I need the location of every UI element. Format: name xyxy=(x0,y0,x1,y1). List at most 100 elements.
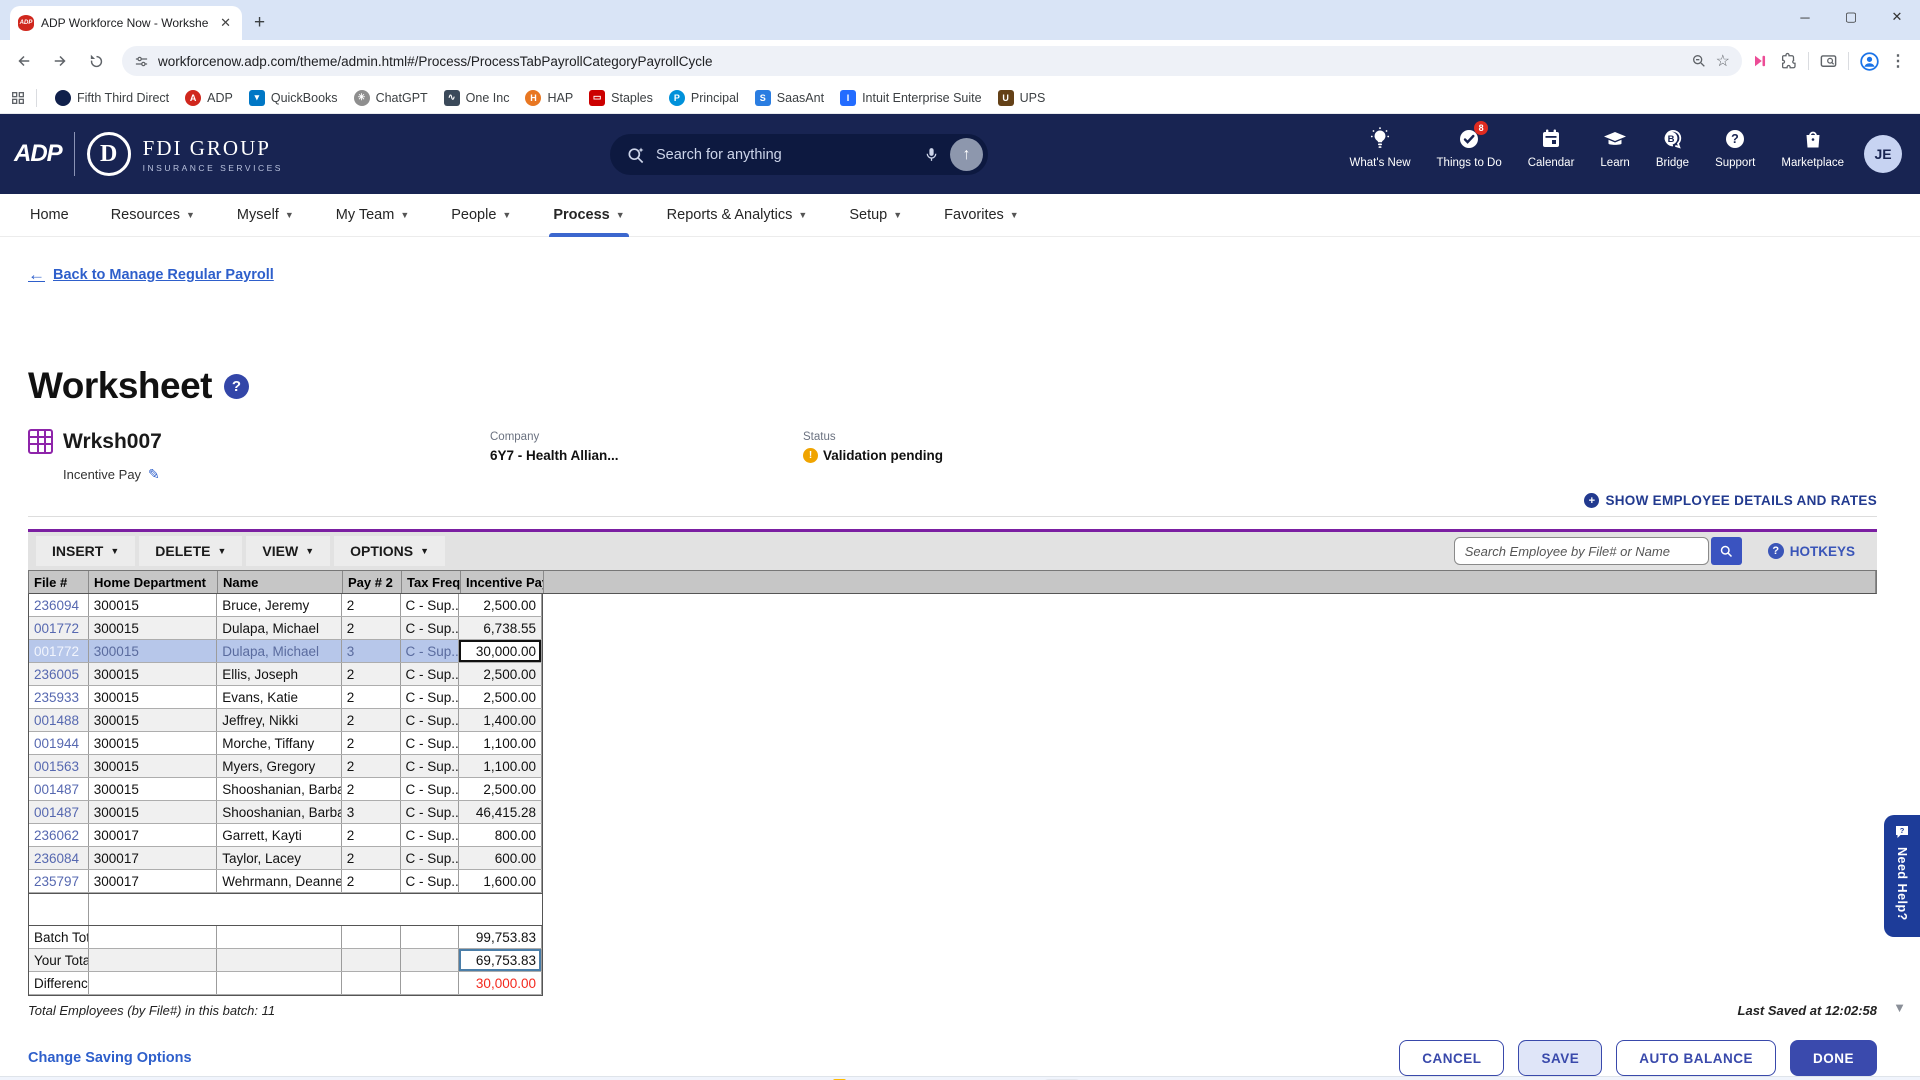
table-row[interactable]: 236062 300017 Garrett, Kayti 2 C - Sup... 800… xyxy=(29,824,542,847)
cell-home-department[interactable]: 300015 xyxy=(89,801,218,823)
quicklink-support[interactable]: ? Support xyxy=(1715,126,1755,169)
quicklink-marketplace[interactable]: Marketplace xyxy=(1781,126,1844,169)
nav-item-resources[interactable]: Resources ▼ xyxy=(101,194,205,237)
cell-name[interactable]: Garrett, Kayti xyxy=(217,824,342,846)
cell-incentive-pay[interactable]: 2,500.00 xyxy=(459,663,542,685)
cell-file-number[interactable]: 236094 xyxy=(29,594,89,616)
avatar[interactable]: JE xyxy=(1864,135,1902,173)
bookmark-item[interactable]: H HAP xyxy=(517,87,581,109)
site-settings-icon[interactable] xyxy=(134,54,149,69)
cell-tax-frequency[interactable]: C - Sup... xyxy=(401,778,460,800)
cell-name[interactable]: Jeffrey, Nikki xyxy=(217,709,342,731)
cell-file-number[interactable]: 001487 xyxy=(29,801,89,823)
nav-item-setup[interactable]: Setup ▼ xyxy=(839,194,912,237)
bookmark-item[interactable]: P Principal xyxy=(661,87,747,109)
bookmark-item[interactable]: ▭ Staples xyxy=(581,87,661,109)
global-search-input[interactable] xyxy=(656,146,913,163)
reload-button[interactable] xyxy=(80,45,112,77)
cell-pay-number[interactable]: 2 xyxy=(342,686,401,708)
cell-file-number[interactable]: 001488 xyxy=(29,709,89,731)
cell-home-department[interactable]: 300015 xyxy=(89,663,218,685)
edit-pencil-icon[interactable]: ✎ xyxy=(148,466,160,483)
browser-tab[interactable]: ADP ADP Workforce Now - Workshe ✕ xyxy=(10,6,242,40)
cell-incentive-pay[interactable]: 1,600.00 xyxy=(459,870,542,892)
window-minimize-button[interactable]: ─ xyxy=(1782,0,1828,34)
cell-name[interactable]: Taylor, Lacey xyxy=(217,847,342,869)
totals-value[interactable]: 69,753.83 xyxy=(459,949,542,971)
quicklink-things-to-do[interactable]: 8 Things to Do xyxy=(1437,121,1502,169)
cell-pay-number[interactable]: 2 xyxy=(342,847,401,869)
cell-name[interactable]: Dulapa, Michael xyxy=(217,640,342,662)
cell-tax-frequency[interactable]: C - Sup... xyxy=(401,824,460,846)
table-row[interactable]: 001772 300015 Dulapa, Michael 3 C - Sup... 30… xyxy=(29,640,542,663)
mic-icon[interactable] xyxy=(923,146,940,163)
cell-name[interactable]: Shooshanian, Barbara xyxy=(217,801,342,823)
adp-logo-icon[interactable]: ADP xyxy=(14,140,63,168)
menu-view-button[interactable]: VIEW ▼ xyxy=(246,536,331,566)
cell-home-department[interactable]: 300015 xyxy=(89,732,218,754)
window-close-button[interactable]: ✕ xyxy=(1874,0,1920,34)
table-row[interactable]: 001487300015Shooshanian, Barbara3C - Sup… xyxy=(29,801,542,824)
back-button[interactable] xyxy=(8,45,40,77)
table-row[interactable]: 001772 300015 Dulapa, Michael 2 C - Sup... 6,… xyxy=(29,617,542,640)
table-row[interactable]: 001563 300015 Myers, Gregory 2 C - Sup... 1,1… xyxy=(29,755,542,778)
cell-pay-number[interactable]: 3 xyxy=(342,801,401,823)
table-row[interactable]: 001944 300015 Morche, Tiffany 2 C - Sup... 1,… xyxy=(29,732,542,755)
cell-incentive-pay[interactable]: 46,415.28 xyxy=(459,801,542,823)
cell-incentive-pay[interactable]: 6,738.55 xyxy=(459,617,542,639)
cell-file-number[interactable]: 235797 xyxy=(29,870,89,892)
cell-pay-number[interactable]: 2 xyxy=(342,755,401,777)
cell-file-number[interactable]: 001772 xyxy=(29,617,89,639)
new-tab-button[interactable]: + xyxy=(254,12,265,34)
table-row[interactable]: 236005 300015 Ellis, Joseph 2 C - Sup... 2,50… xyxy=(29,663,542,686)
cell-name[interactable]: Bruce, Jeremy xyxy=(217,594,342,616)
change-saving-options-link[interactable]: Change Saving Options xyxy=(28,1050,192,1066)
cell-file-number[interactable]: 236005 xyxy=(29,663,89,685)
cell-home-department[interactable]: 300017 xyxy=(89,870,218,892)
nav-item-process[interactable]: Process ▼ xyxy=(543,194,634,237)
menu-delete-button[interactable]: DELETE ▼ xyxy=(139,536,243,566)
cancel-button[interactable]: CANCEL xyxy=(1399,1040,1505,1076)
table-row[interactable]: 236084 300017 Taylor, Lacey 2 C - Sup... 600.… xyxy=(29,847,542,870)
cell-file-number[interactable]: 001563 xyxy=(29,755,89,777)
cell-tax-frequency[interactable]: C - Sup... xyxy=(401,801,460,823)
hotkeys-link[interactable]: ? HOTKEYS xyxy=(1767,543,1855,559)
zoom-icon[interactable] xyxy=(1691,53,1707,69)
global-search-bar[interactable]: ↑ xyxy=(610,134,988,175)
cell-incentive-pay[interactable]: 1,100.00 xyxy=(459,755,542,777)
cell-incentive-pay[interactable]: 2,500.00 xyxy=(459,778,542,800)
cell-home-department[interactable]: 300015 xyxy=(89,686,218,708)
cell-tax-frequency[interactable]: C - Sup... xyxy=(401,617,460,639)
cell-tax-frequency[interactable]: C - Sup... xyxy=(401,594,460,616)
cell-file-number[interactable]: 235933 xyxy=(29,686,89,708)
back-to-payroll-link[interactable]: ← Back to Manage Regular Payroll xyxy=(28,265,274,285)
cell-pay-number[interactable]: 2 xyxy=(342,617,401,639)
need-help-tab[interactable]: ? Need Help? xyxy=(1884,815,1920,937)
quicklink-bridge[interactable]: B Bridge xyxy=(1656,126,1689,169)
cell-home-department[interactable]: 300017 xyxy=(89,824,218,846)
cell-incentive-pay[interactable]: 1,400.00 xyxy=(459,709,542,731)
employee-search-input[interactable] xyxy=(1453,537,1709,565)
nav-item-myself[interactable]: Myself ▼ xyxy=(227,194,304,237)
table-row[interactable]: 001487300015Shooshanian, Barbara2C - Sup… xyxy=(29,778,542,801)
cell-pay-number[interactable]: 2 xyxy=(342,709,401,731)
cell-incentive-pay[interactable]: 600.00 xyxy=(459,847,542,869)
window-maximize-button[interactable]: ▢ xyxy=(1828,0,1874,34)
cell-tax-frequency[interactable]: C - Sup... xyxy=(401,755,460,777)
cell-incentive-pay[interactable]: 1,100.00 xyxy=(459,732,542,754)
nav-item-home[interactable]: Home xyxy=(20,194,79,237)
cell-tax-frequency[interactable]: C - Sup... xyxy=(401,709,460,731)
quicklink-what-s-new[interactable]: What's New xyxy=(1350,126,1411,169)
menu-insert-button[interactable]: INSERT ▼ xyxy=(36,536,136,566)
cell-home-department[interactable]: 300015 xyxy=(89,709,218,731)
cell-name[interactable]: Dulapa, Michael xyxy=(217,617,342,639)
nav-item-my-team[interactable]: My Team ▼ xyxy=(326,194,419,237)
cell-incentive-pay[interactable]: 2,500.00 xyxy=(459,594,542,616)
url-bar[interactable]: workforcenow.adp.com/theme/admin.html#/P… xyxy=(122,46,1742,76)
cell-incentive-pay[interactable]: 2,500.00 xyxy=(459,686,542,708)
auto-balance-button[interactable]: AUTO BALANCE xyxy=(1616,1040,1776,1076)
cell-name[interactable]: Shooshanian, Barbara xyxy=(217,778,342,800)
cell-tax-frequency[interactable]: C - Sup... xyxy=(401,686,460,708)
search-submit-icon[interactable]: ↑ xyxy=(950,138,983,171)
show-employee-details-link[interactable]: + SHOW EMPLOYEE DETAILS AND RATES xyxy=(1584,493,1877,508)
